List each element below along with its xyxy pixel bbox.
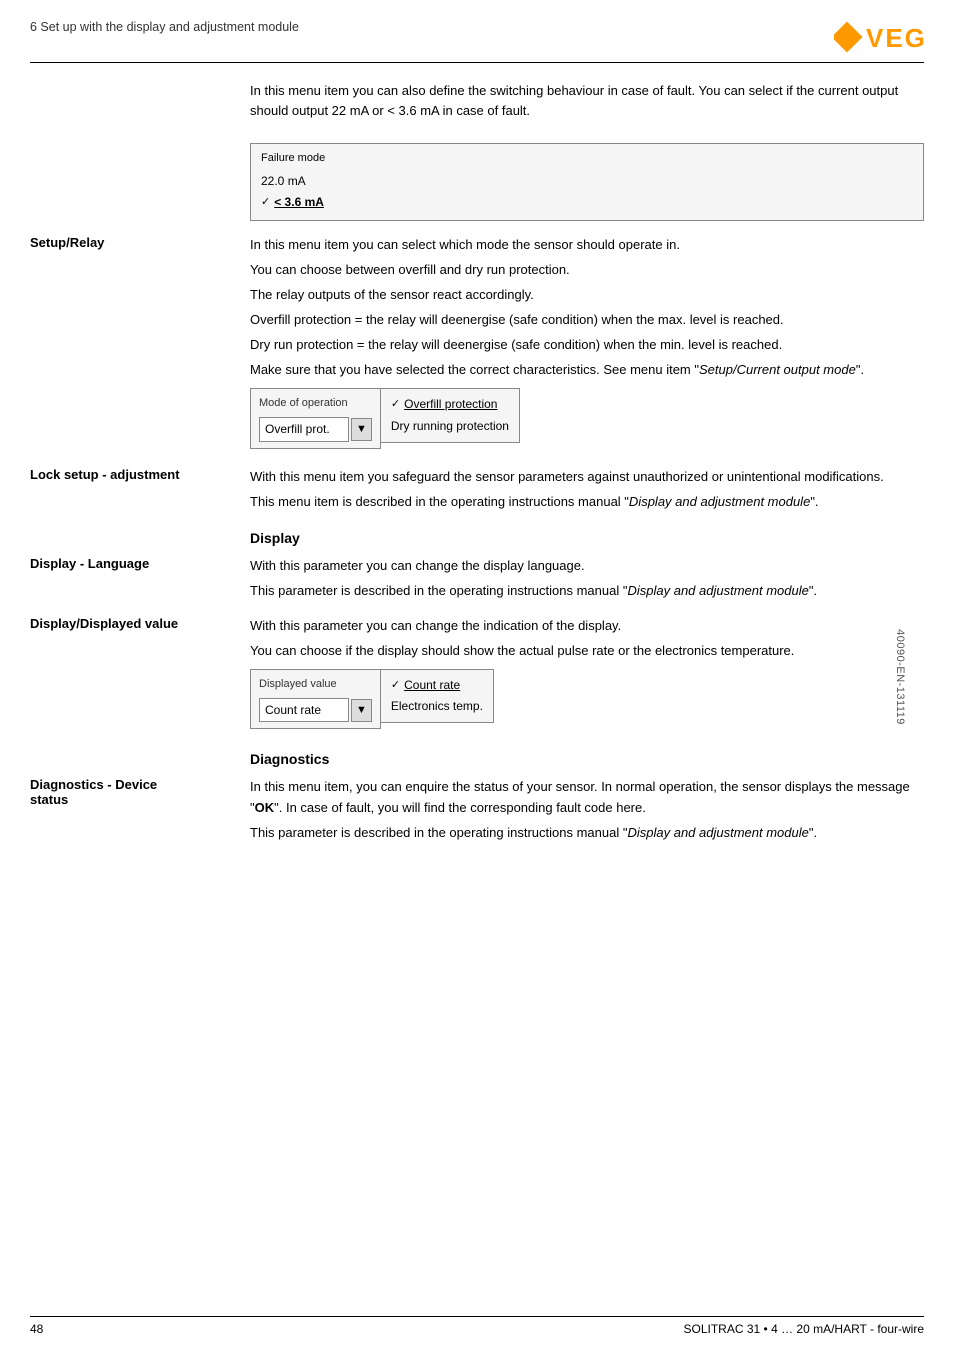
svg-text:VEGA: VEGA [866,23,924,53]
failure-option-36ma: ✓ < 3.6 mA [261,193,913,212]
overfill-check-icon: ✓ [391,396,400,413]
displayed-value-box-title: Displayed value [259,676,372,693]
displayed-value-dropdown-value[interactable]: Count rate [259,698,349,723]
displayed-value-box: Displayed value Count rate ▼ [250,669,381,730]
setup-relay-p4: Overfill protection = the relay will dee… [250,310,924,330]
setup-relay-p5: Dry run protection = the relay will deen… [250,335,924,355]
intro-text: In this menu item you can also define th… [250,81,924,121]
vega-logo: VEGA [834,20,924,56]
setup-relay-p3: The relay outputs of the sensor react ac… [250,285,924,305]
failure-mode-title: Failure mode [261,150,913,167]
failure-mode-box: Failure mode 22.0 mA ✓ < 3.6 mA [250,143,924,220]
setup-relay-p2: You can choose between overfill and dry … [250,260,924,280]
mode-operation-dropdown-value[interactable]: Overfill prot. [259,417,349,442]
failure-option-36ma-text: < 3.6 mA [274,193,324,212]
diagnostics-p2: This parameter is described in the opera… [250,823,924,843]
displayed-value-dropdown[interactable]: Count rate ▼ [259,698,372,723]
page: 6 Set up with the display and adjustment… [0,0,954,1354]
count-rate-option: ✓ Count rate [391,676,483,695]
diagnostics-heading: Diagnostics [250,751,924,767]
electronics-temp-option-label: Electronics temp. [391,697,483,716]
display-displayed-value-label-text: Display/Displayed value [30,616,178,631]
display-language-p1: With this parameter you can change the d… [250,556,924,576]
diagnostics-device-status-section: Diagnostics - Device status In this menu… [30,777,924,842]
display-language-body: With this parameter you can change the d… [250,556,924,601]
display-language-p2: This parameter is described in the opera… [250,581,924,601]
lock-setup-label-text: Lock setup - adjustment [30,467,180,482]
setup-relay-body: In this menu item you can select which m… [250,235,924,453]
diagnostics-heading-text: Diagnostics [250,751,329,767]
display-displayed-value-p1: With this parameter you can change the i… [250,616,924,636]
displayed-value-ui: Displayed value Count rate ▼ ✓ Count rat… [250,669,924,730]
lock-setup-body: With this menu item you safeguard the se… [250,467,924,512]
lock-setup-section: Lock setup - adjustment With this menu i… [30,467,924,512]
sidebar-text: 40090-EN-131119 [894,629,906,725]
display-displayed-value-label: Display/Displayed value [30,616,250,631]
diagnostics-device-status-label: Diagnostics - Device status [30,777,250,807]
display-displayed-value-body: With this parameter you can change the i… [250,616,924,734]
mode-operation-box-title: Mode of operation [259,395,372,412]
mode-operation-options: ✓ Overfill protection Dry running protec… [380,388,520,442]
lock-setup-p1: With this menu item you safeguard the se… [250,467,924,487]
display-language-label: Display - Language [30,556,250,571]
dry-running-option: Dry running protection [391,417,509,436]
display-heading: Display [250,530,924,546]
setup-relay-p1: In this menu item you can select which m… [250,235,924,255]
count-rate-option-label: Count rate [404,676,460,695]
page-header: 6 Set up with the display and adjustment… [30,20,924,63]
setup-relay-p6: Make sure that you have selected the cor… [250,360,924,380]
displayed-value-dropdown-arrow[interactable]: ▼ [351,699,372,722]
setup-relay-label-text: Setup/Relay [30,235,104,250]
diagnostics-label-line1: Diagnostics - Device [30,777,240,792]
diagnostics-device-status-body: In this menu item, you can enquire the s… [250,777,924,842]
setup-relay-section: Setup/Relay In this menu item you can se… [30,235,924,453]
overfill-protection-option: ✓ Overfill protection [391,395,509,414]
setup-relay-label: Setup/Relay [30,235,250,250]
page-number: 48 [30,1322,43,1336]
mode-operation-dropdown-arrow[interactable]: ▼ [351,418,372,441]
failure-check-icon: ✓ [261,194,270,211]
failure-mode-section: Failure mode 22.0 mA ✓ < 3.6 mA [250,143,924,220]
product-name: SOLITRAC 31 • 4 … 20 mA/HART - four-wire [684,1322,925,1336]
electronics-temp-option: Electronics temp. [391,697,483,716]
failure-option-22ma-text: 22.0 mA [261,172,306,191]
lock-setup-p2: This menu item is described in the opera… [250,492,924,512]
display-heading-text: Display [250,530,300,546]
diagnostics-p1: In this menu item, you can enquire the s… [250,777,924,817]
display-language-label-text: Display - Language [30,556,149,571]
lock-setup-label: Lock setup - adjustment [30,467,250,482]
mode-operation-dropdown[interactable]: Overfill prot. ▼ [259,417,372,442]
display-displayed-value-p2: You can choose if the display should sho… [250,641,924,661]
count-rate-check-icon: ✓ [391,677,400,694]
display-displayed-value-section: Display/Displayed value With this parame… [30,616,924,734]
display-language-section: Display - Language With this parameter y… [30,556,924,601]
overfill-option-label: Overfill protection [404,395,497,414]
dry-running-option-label: Dry running protection [391,417,509,436]
mode-operation-ui: Mode of operation Overfill prot. ▼ ✓ Ove… [250,388,924,449]
diagnostics-label-line2: status [30,792,240,807]
intro-section: In this menu item you can also define th… [250,81,924,125]
mode-operation-box: Mode of operation Overfill prot. ▼ [250,388,381,449]
displayed-value-options: ✓ Count rate Electronics temp. [380,669,494,723]
main-content: In this menu item you can also define th… [30,81,924,857]
chapter-title: 6 Set up with the display and adjustment… [30,20,299,34]
failure-option-22ma: 22.0 mA [261,172,913,191]
page-footer: 48 SOLITRAC 31 • 4 … 20 mA/HART - four-w… [30,1316,924,1336]
